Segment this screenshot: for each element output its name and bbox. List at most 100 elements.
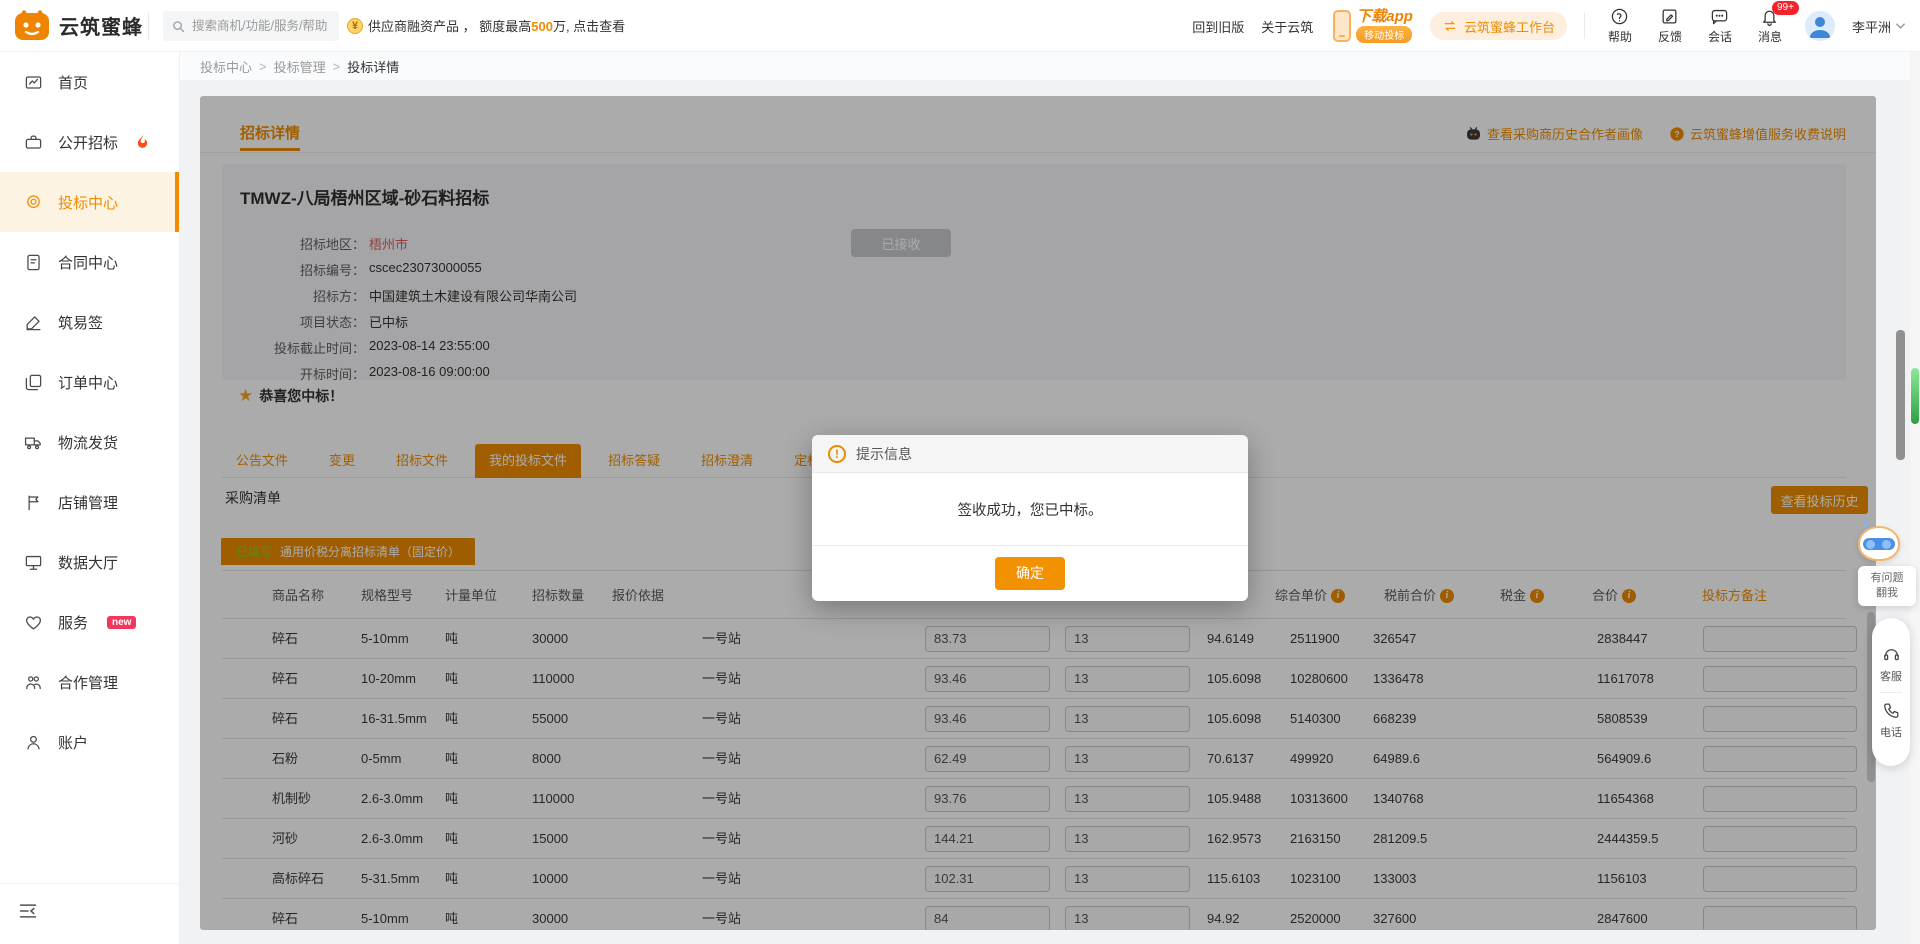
page-scrollbar-thumb[interactable]	[1911, 368, 1919, 424]
sidebar-item-contract[interactable]: 合同中心	[0, 232, 179, 292]
panel-scrollbar-thumb[interactable]	[1896, 330, 1905, 460]
search-box[interactable]	[163, 11, 339, 41]
sidebar-item-label: 服务	[58, 612, 88, 633]
orders-icon	[24, 373, 43, 392]
truck-icon	[24, 433, 43, 452]
promo-text: 供应商融资产品 ， 额度最高500万, 点击查看	[368, 16, 625, 35]
headset-icon	[1882, 645, 1901, 664]
quick-label: 帮助	[1608, 28, 1632, 45]
pen-icon	[24, 313, 43, 332]
user-name: 李平洲	[1852, 17, 1891, 36]
modal-header: ! 提示信息	[812, 435, 1248, 473]
search-input[interactable]	[192, 19, 327, 33]
sidebar-item-label: 筑易签	[58, 312, 103, 333]
shop-icon	[24, 493, 43, 512]
sidebar-item-data[interactable]: 数据大厅	[0, 532, 179, 592]
avatar[interactable]	[1805, 11, 1835, 41]
sidebar-item-label: 账户	[58, 732, 88, 753]
top-header: 云筑蜜蜂 ¥ 供应商融资产品 ， 额度最高500万, 点击查看 回到旧版 关于云…	[0, 0, 1920, 52]
assistant-tooltip[interactable]: 有问题 翻我	[1858, 566, 1916, 606]
sidebar-item-coop[interactable]: 合作管理	[0, 652, 179, 712]
mobile-phone-icon	[1330, 9, 1354, 43]
sidebar: 首页公开招标投标中心合同中心筑易签订单中心物流发货店铺管理数据大厅服务 new 合作…	[0, 52, 180, 944]
sidebar-item-label: 首页	[58, 72, 88, 93]
confirm-button[interactable]: 确定	[995, 557, 1065, 590]
new-badge: new	[107, 616, 136, 629]
collapse-sidebar-icon[interactable]	[18, 902, 38, 920]
logo[interactable]: 云筑蜜蜂	[14, 9, 143, 41]
quick-label: 会话	[1708, 28, 1732, 45]
quick-label: 反馈	[1658, 28, 1682, 45]
target-icon	[24, 193, 43, 212]
contact-fab: 客服电话	[1872, 618, 1910, 766]
sidebar-item-label: 投标中心	[58, 192, 118, 213]
home-icon	[24, 73, 43, 92]
sidebar-item-home[interactable]: 首页	[0, 52, 179, 112]
flame-icon	[135, 134, 150, 151]
briefcase-icon	[24, 133, 43, 152]
sidebar-item-label: 合同中心	[58, 252, 118, 273]
download-app-label: 下载app	[1356, 9, 1413, 25]
promo-banner[interactable]: ¥ 供应商融资产品 ， 额度最高500万, 点击查看	[347, 16, 625, 35]
sidebar-item-label: 数据大厅	[58, 552, 118, 573]
sidebar-item-shop[interactable]: 店铺管理	[0, 472, 179, 532]
assistant-bee-mascot[interactable]	[1856, 518, 1904, 564]
modal-footer: 确定	[812, 546, 1248, 600]
header-divider	[148, 12, 149, 40]
coop-icon	[24, 673, 43, 692]
search-icon	[171, 19, 186, 34]
header-feedback-item[interactable]: 反馈	[1652, 7, 1688, 45]
bee-logo-icon	[14, 9, 50, 41]
breadcrumb-item: 投标详情	[347, 57, 399, 76]
sidebar-item-briefcase[interactable]: 公开招标	[0, 112, 179, 172]
chevron-down-icon	[1895, 22, 1906, 30]
sidebar-item-label: 物流发货	[58, 432, 118, 453]
warning-icon: !	[828, 445, 846, 463]
link-old-version[interactable]: 回到旧版	[1192, 17, 1244, 36]
unread-badge: 99+	[1772, 1, 1799, 15]
feedback-icon	[1660, 7, 1679, 26]
sidebar-item-target[interactable]: 投标中心	[0, 172, 179, 232]
data-icon	[24, 553, 43, 572]
user-menu[interactable]: 李平洲	[1852, 17, 1906, 36]
header-help-item[interactable]: 帮助	[1602, 7, 1638, 45]
breadcrumb-item[interactable]: 投标中心	[200, 57, 252, 76]
fab-headset[interactable]: 客服	[1880, 645, 1902, 684]
contract-icon	[24, 253, 43, 272]
sidebar-item-truck[interactable]: 物流发货	[0, 412, 179, 472]
sidebar-item-label: 公开招标	[58, 132, 118, 153]
page-scrollbar-track	[1910, 52, 1920, 944]
header-right: 回到旧版 关于云筑 下载app 移动投标 云筑蜜蜂工作台 帮助反馈会话消息99+…	[1192, 0, 1906, 52]
sidebar-item-account[interactable]: 账户	[0, 712, 179, 772]
quick-label: 消息	[1758, 28, 1782, 45]
breadcrumb: 投标中心>投标管理>投标详情	[180, 52, 1920, 80]
header-chat-item[interactable]: 会话	[1702, 7, 1738, 45]
sidebar-item-label: 店铺管理	[58, 492, 118, 513]
sidebar-item-label: 合作管理	[58, 672, 118, 693]
sidebar-item-heart[interactable]: 服务 new	[0, 592, 179, 652]
swap-icon	[1442, 19, 1458, 33]
prompt-modal: ! 提示信息 签收成功，您已中标。 确定	[812, 435, 1248, 601]
header-divider	[1584, 13, 1585, 39]
header-bell-item[interactable]: 消息99+	[1752, 7, 1788, 45]
workspace-button[interactable]: 云筑蜜蜂工作台	[1430, 12, 1567, 40]
mobile-bid-label: 移动投标	[1356, 26, 1412, 43]
modal-message: 签收成功，您已中标。	[812, 473, 1248, 546]
help-icon	[1610, 7, 1629, 26]
logo-text: 云筑蜜蜂	[59, 11, 143, 40]
phone-icon	[1882, 701, 1901, 720]
chat-icon	[1710, 7, 1729, 26]
sidebar-item-label: 订单中心	[58, 372, 118, 393]
app: 云筑蜜蜂 ¥ 供应商融资产品 ， 额度最高500万, 点击查看 回到旧版 关于云…	[0, 0, 1920, 944]
account-icon	[24, 733, 43, 752]
breadcrumb-item[interactable]: 投标管理	[274, 57, 326, 76]
fab-phone[interactable]: 电话	[1880, 701, 1902, 740]
link-about[interactable]: 关于云筑	[1261, 17, 1313, 36]
sidebar-item-orders[interactable]: 订单中心	[0, 352, 179, 412]
money-icon: ¥	[347, 18, 363, 34]
download-app-badge[interactable]: 下载app 移动投标	[1330, 4, 1413, 48]
sidebar-divider	[0, 883, 180, 884]
heart-icon	[24, 613, 43, 632]
workspace-label: 云筑蜜蜂工作台	[1464, 17, 1555, 36]
sidebar-item-pen[interactable]: 筑易签	[0, 292, 179, 352]
